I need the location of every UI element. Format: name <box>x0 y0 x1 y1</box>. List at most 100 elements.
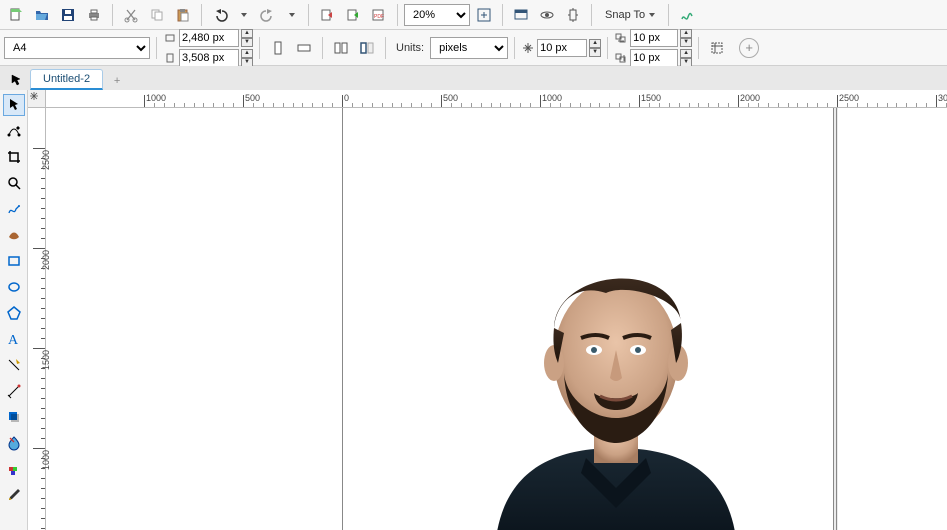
width-down[interactable]: ▼ <box>241 38 253 47</box>
save-button[interactable] <box>56 3 80 27</box>
duplicate-distance-group: ▲▼ ▲▼ <box>614 29 692 67</box>
duplicate-y-icon <box>614 51 628 65</box>
ellipse-tool[interactable] <box>3 276 25 298</box>
dupy-up[interactable]: ▲ <box>680 49 692 58</box>
options-button[interactable] <box>675 3 699 27</box>
interactive-fill-tool[interactable] <box>3 484 25 506</box>
redo-dropdown[interactable] <box>282 3 302 27</box>
ruler-top-label: 500 <box>245 93 260 103</box>
workspace: A 1000500050010001500200025003000 250020… <box>0 90 947 530</box>
polygon-tool[interactable] <box>3 302 25 324</box>
caret-down-icon <box>649 13 655 17</box>
svg-text:A: A <box>8 333 19 347</box>
page-dimensions-group: ▲▼ ▲▼ <box>163 29 253 67</box>
separator <box>156 37 157 59</box>
pick-tool[interactable] <box>3 94 25 116</box>
snap-options-button[interactable] <box>561 3 585 27</box>
separator <box>668 4 669 26</box>
page-size-combo[interactable]: A4 <box>4 37 150 59</box>
pick-tool-proxy[interactable] <box>6 70 26 90</box>
svg-text:PDF: PDF <box>374 14 384 20</box>
property-bar: A4 ▲▼ ▲▼ Units: pixels ▲▼ <box>0 30 947 66</box>
duplicate-x-field[interactable] <box>630 29 678 47</box>
transparency-tool[interactable] <box>3 432 25 454</box>
zoom-tool[interactable] <box>3 172 25 194</box>
document-tabbar: Untitled-2 + <box>0 66 947 90</box>
height-up[interactable]: ▲ <box>241 49 253 58</box>
color-eyedropper-tool[interactable] <box>3 458 25 480</box>
undo-button[interactable] <box>208 3 232 27</box>
separator <box>591 4 592 26</box>
import-button[interactable] <box>315 3 339 27</box>
separator <box>112 4 113 26</box>
print-button[interactable] <box>82 3 106 27</box>
document-tab[interactable]: Untitled-2 <box>30 69 103 90</box>
fullscreen-preview-button[interactable] <box>509 3 533 27</box>
separator <box>502 4 503 26</box>
publish-pdf-button[interactable]: PDF <box>367 3 391 27</box>
ruler-top-label: 2500 <box>839 93 859 103</box>
freehand-tool[interactable] <box>3 198 25 220</box>
cut-button[interactable] <box>119 3 143 27</box>
units-label: Units: <box>392 42 428 54</box>
redo-button[interactable] <box>256 3 280 27</box>
drop-shadow-tool[interactable] <box>3 406 25 428</box>
new-document-button[interactable] <box>4 3 28 27</box>
show-rulers-button[interactable] <box>535 3 559 27</box>
dupx-up[interactable]: ▲ <box>680 29 692 38</box>
vertical-ruler[interactable]: 2500200015001000 <box>28 108 46 530</box>
orientation-landscape-button[interactable] <box>292 36 316 60</box>
zoom-to-fit-button[interactable] <box>472 3 496 27</box>
ruler-origin-button[interactable] <box>28 90 46 108</box>
ruler-top-label: 1500 <box>641 93 661 103</box>
parallel-dimension-tool[interactable] <box>3 354 25 376</box>
rectangle-tool[interactable] <box>3 250 25 272</box>
width-up[interactable]: ▲ <box>241 29 253 38</box>
add-tab-button[interactable]: + <box>107 72 127 90</box>
add-preset-button[interactable]: + <box>739 38 759 58</box>
height-icon <box>163 51 177 65</box>
toolbox: A <box>0 90 28 530</box>
orientation-portrait-button[interactable] <box>266 36 290 60</box>
nudge-icon <box>521 41 535 55</box>
canvas-viewport[interactable] <box>46 108 947 530</box>
copy-button[interactable] <box>145 3 169 27</box>
page-height-field[interactable] <box>179 49 239 67</box>
separator <box>514 37 515 59</box>
all-pages-button[interactable] <box>329 36 353 60</box>
duplicate-y-field[interactable] <box>630 49 678 67</box>
zoom-combo[interactable]: 20% <box>404 4 470 26</box>
current-page-button[interactable] <box>355 36 379 60</box>
crop-tool[interactable] <box>3 146 25 168</box>
snap-to-dropdown[interactable]: Snap To <box>598 3 662 27</box>
export-button[interactable] <box>341 3 365 27</box>
ruler-top-label: 500 <box>443 93 458 103</box>
placed-image[interactable] <box>476 238 756 530</box>
page-width-field[interactable] <box>179 29 239 47</box>
artistic-media-tool[interactable] <box>3 224 25 246</box>
separator <box>698 37 699 59</box>
nudge-up[interactable]: ▲ <box>589 39 601 48</box>
treat-as-filled-button[interactable] <box>705 36 729 60</box>
open-button[interactable] <box>30 3 54 27</box>
canvas-area: 1000500050010001500200025003000 25002000… <box>28 90 947 530</box>
ruler-top-label: 1000 <box>146 93 166 103</box>
units-combo[interactable]: pixels <box>430 37 508 59</box>
separator <box>607 37 608 59</box>
ruler-top-label: 2000 <box>740 93 760 103</box>
shape-tool[interactable] <box>3 120 25 142</box>
separator <box>385 37 386 59</box>
connector-tool[interactable] <box>3 380 25 402</box>
separator <box>397 4 398 26</box>
application-shell: PDF 20% Snap To A4 ▲▼ ▲▼ <box>0 0 947 530</box>
nudge-down[interactable]: ▼ <box>589 48 601 57</box>
paste-button[interactable] <box>171 3 195 27</box>
nudge-distance-field[interactable] <box>537 39 587 57</box>
separator <box>201 4 202 26</box>
undo-dropdown[interactable] <box>234 3 254 27</box>
separator <box>308 4 309 26</box>
caret-down-icon <box>289 13 295 17</box>
dupx-down[interactable]: ▼ <box>680 38 692 47</box>
horizontal-ruler[interactable]: 1000500050010001500200025003000 <box>46 90 947 108</box>
text-tool[interactable]: A <box>3 328 25 350</box>
